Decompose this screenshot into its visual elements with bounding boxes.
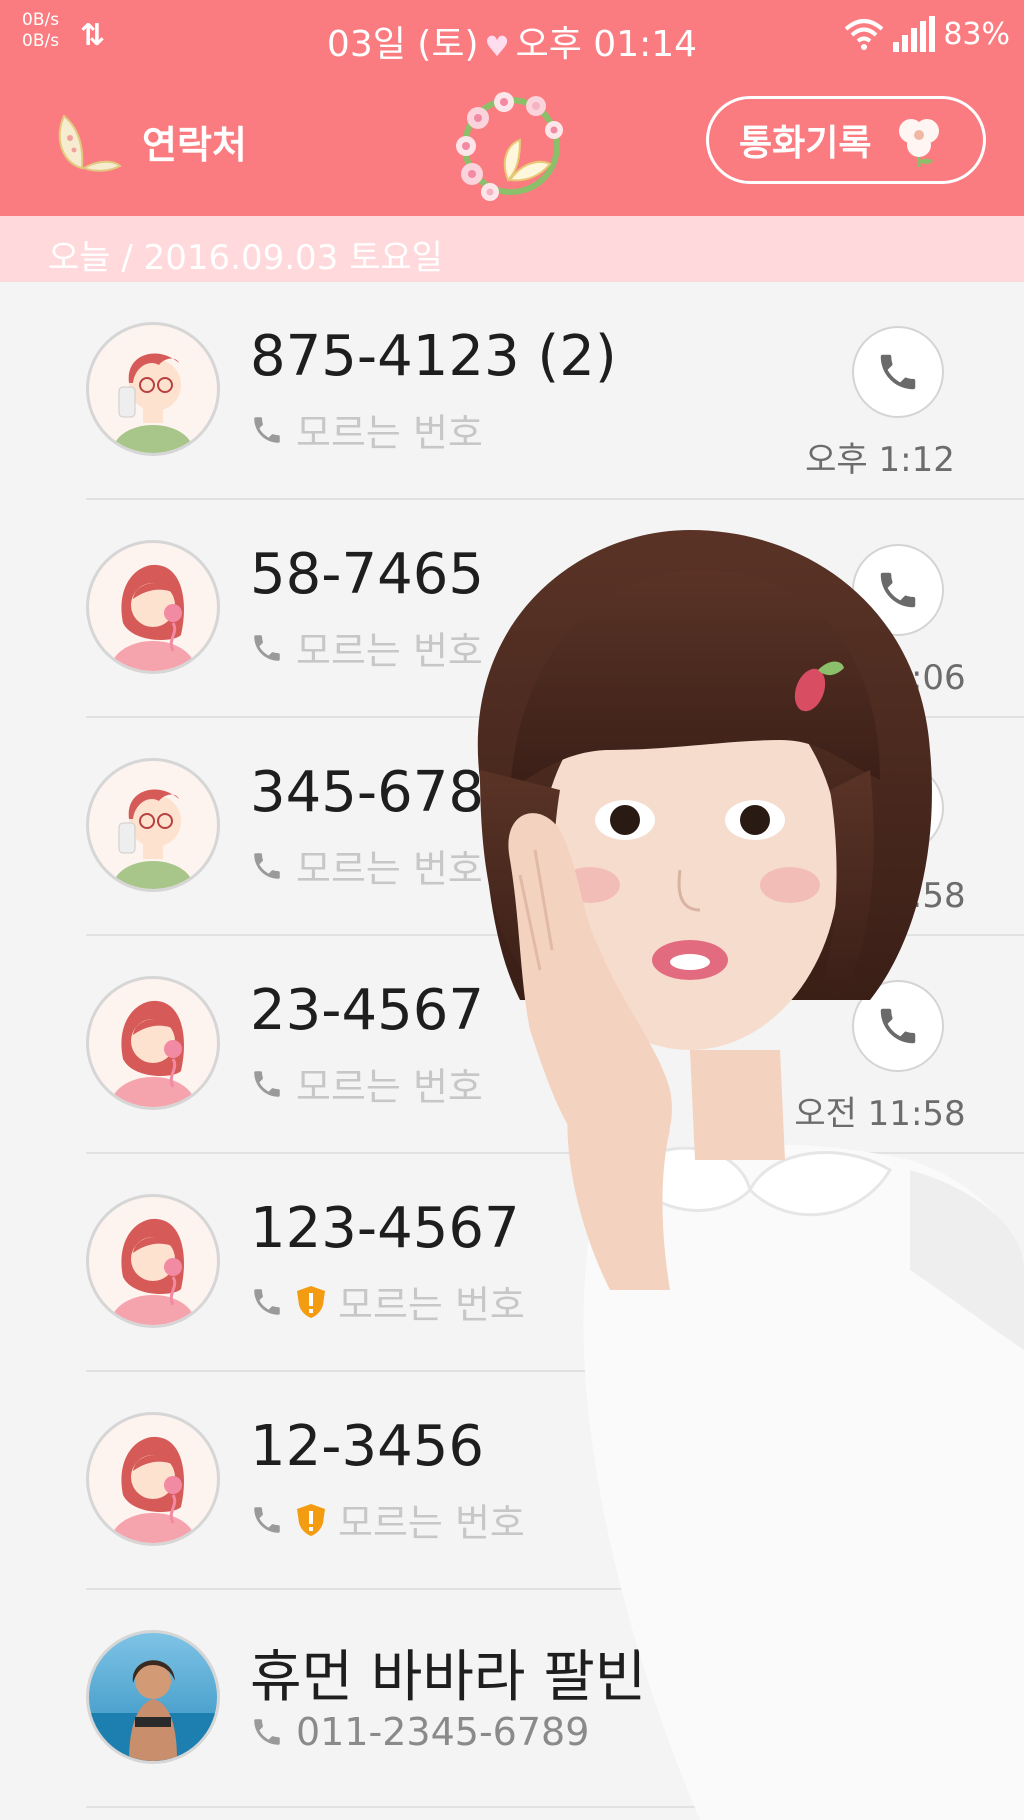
call-button[interactable] xyxy=(852,1416,944,1508)
phone-icon xyxy=(254,634,280,661)
signal-strength-icon xyxy=(893,16,936,52)
caller-name: 58-7465 xyxy=(250,542,484,607)
phone-icon xyxy=(880,572,916,608)
avatar-man-icon xyxy=(86,758,220,892)
heart-icon: ♥ xyxy=(484,30,510,63)
butterfly-icon xyxy=(58,114,122,172)
phone-icon xyxy=(880,1662,916,1698)
caller-subtitle: 모르는 번호 xyxy=(250,1056,483,1111)
call-button[interactable] xyxy=(852,1634,944,1726)
call-button[interactable] xyxy=(852,980,944,1072)
avatar-woman-icon xyxy=(86,540,220,674)
call-log-list: 875-4123 (2) 모르는 번호 오후 1:12 58-7465 모르는 … xyxy=(0,282,1024,1808)
avatar-man-icon xyxy=(86,322,220,456)
flower-wreath-icon xyxy=(456,92,563,201)
call-log-row[interactable]: 875-4123 (2) 모르는 번호 오후 1:12 xyxy=(0,282,1024,500)
caller-name: 12-3456 xyxy=(250,1414,484,1479)
warning-shield-icon xyxy=(297,1285,325,1318)
app-header: 연락처 통화기록 xyxy=(0,78,1024,218)
avatar-woman-icon xyxy=(86,1194,220,1328)
call-time: 오후 12:06 xyxy=(794,658,966,698)
caller-subtitle: 011-2345-6789 xyxy=(250,1710,589,1754)
caller-name: 345-6789 xyxy=(250,760,520,825)
call-button[interactable] xyxy=(852,1198,944,1290)
battery-level: 83% xyxy=(943,16,1010,52)
phone-icon xyxy=(880,354,916,390)
caller-name: 875-4123 (2) xyxy=(250,324,617,389)
caller-name: 123-4567 xyxy=(250,1196,520,1261)
contacts-tab[interactable]: 연락처 xyxy=(52,108,247,174)
phone-icon xyxy=(880,1226,916,1262)
divider xyxy=(86,1806,1024,1808)
phone-icon xyxy=(254,416,280,443)
avatar-woman-icon xyxy=(86,1412,220,1546)
flower-icon xyxy=(899,119,940,167)
date-header: 오늘 / 2016.09.03 토요일 xyxy=(0,216,1024,282)
call-button[interactable] xyxy=(852,762,944,854)
call-log-row[interactable]: 23-4567 모르는 번호 오전 11:58 xyxy=(0,936,1024,1154)
caller-subtitle: 모르는 번호 xyxy=(250,838,483,893)
phone-icon xyxy=(880,790,916,826)
call-button[interactable] xyxy=(852,326,944,418)
call-log-row[interactable]: 58-7465 모르는 번호 오후 12:06 xyxy=(0,500,1024,718)
call-time: 오전 11:57 xyxy=(794,1530,966,1570)
contact-photo-avatar xyxy=(86,1630,220,1764)
call-log-row[interactable]: 345-6789 모르는 번호 오전 11:58 xyxy=(0,718,1024,936)
app-logo xyxy=(446,88,576,218)
phone-icon xyxy=(254,1506,280,1533)
call-log-row[interactable]: 12-3456 모르는 번호 오전 11:57 xyxy=(0,1372,1024,1590)
call-log-row[interactable]: 휴먼 바바라 팔빈~♥ 011-2345-6789 오전 11:54 xyxy=(0,1590,1024,1808)
phone-icon xyxy=(880,1444,916,1480)
status-bar: 0B/s 0B/s ⇅ 03일 (토) ♥ 오후 01:14 83% xyxy=(0,0,1024,78)
call-log-button[interactable]: 통화기록 xyxy=(706,96,986,184)
phone-icon xyxy=(254,1070,280,1097)
phone-icon xyxy=(254,852,280,879)
caller-subtitle: 모르는 번호 xyxy=(250,1274,525,1329)
warning-shield-icon xyxy=(297,1503,325,1536)
phone-icon xyxy=(254,1288,280,1315)
caller-subtitle: 모르는 번호 xyxy=(250,402,483,457)
call-time: 오전 11:57 xyxy=(794,1312,966,1352)
caller-name: 휴먼 바바라 팔빈~♥ xyxy=(250,1645,737,1710)
phone-icon xyxy=(254,1719,280,1745)
caller-subtitle: 모르는 번호 xyxy=(250,620,483,675)
call-time: 오후 1:12 xyxy=(805,440,955,480)
black-heart-icon: ♥ xyxy=(697,1656,737,1707)
status-indicators: 83% xyxy=(843,16,1010,52)
avatar-woman-icon xyxy=(86,976,220,1110)
caller-name: 23-4567 xyxy=(250,978,484,1043)
call-time: 오전 11:54 xyxy=(794,1748,966,1788)
call-log-row[interactable]: 123-4567 모르는 번호 오전 11:57 xyxy=(0,1154,1024,1372)
call-time: 오전 11:58 xyxy=(794,876,966,916)
call-button[interactable] xyxy=(852,544,944,636)
call-time: 오전 11:58 xyxy=(794,1094,966,1134)
caller-subtitle: 모르는 번호 xyxy=(250,1492,525,1547)
wifi-icon xyxy=(844,19,884,50)
phone-icon xyxy=(880,1008,916,1044)
